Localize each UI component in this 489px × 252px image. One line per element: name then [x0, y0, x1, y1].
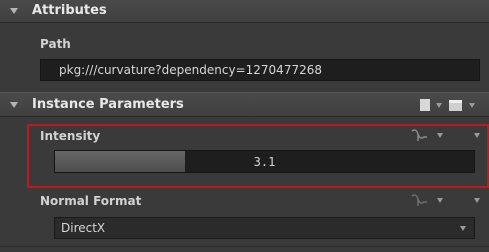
preset-icon[interactable]	[420, 99, 430, 111]
divider	[0, 246, 489, 247]
path-value: pkg:///curvature?dependency=1270477268	[59, 63, 322, 77]
normal-format-selected: DirectX	[61, 221, 106, 235]
connect-icon[interactable]	[410, 193, 430, 207]
chevron-down-icon[interactable]	[460, 226, 466, 231]
chevron-down-icon[interactable]	[474, 133, 480, 138]
chevron-down-icon[interactable]	[436, 103, 442, 108]
collapse-arrow-icon[interactable]	[10, 102, 18, 108]
chevron-down-icon[interactable]	[474, 198, 480, 203]
chevron-down-icon[interactable]	[437, 133, 443, 138]
path-field[interactable]: pkg:///curvature?dependency=1270477268	[40, 59, 480, 81]
attributes-section-header[interactable]: Attributes	[0, 0, 489, 23]
normal-format-label: Normal Format	[40, 194, 142, 208]
chevron-down-icon[interactable]	[469, 103, 475, 108]
intensity-label: Intensity	[40, 129, 101, 143]
intensity-slider[interactable]: 3.1	[54, 150, 475, 173]
collapse-arrow-icon[interactable]	[10, 8, 18, 14]
normal-format-select[interactable]: DirectX	[54, 217, 475, 239]
chevron-down-icon[interactable]	[437, 198, 443, 203]
folder-icon[interactable]	[449, 100, 462, 111]
connect-icon[interactable]	[410, 128, 430, 142]
path-label: Path	[40, 37, 71, 51]
instance-parameters-section-header[interactable]: Instance Parameters	[0, 92, 489, 117]
intensity-value: 3.1	[253, 155, 276, 169]
instance-parameters-title: Instance Parameters	[32, 97, 184, 112]
attributes-title: Attributes	[32, 3, 107, 18]
